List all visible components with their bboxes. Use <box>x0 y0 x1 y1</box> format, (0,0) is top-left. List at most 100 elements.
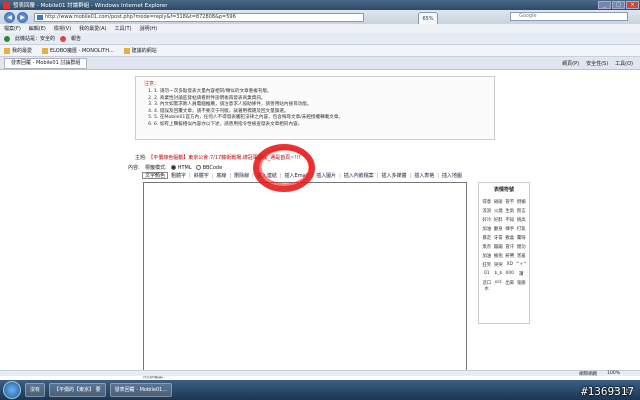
html-radio[interactable] <box>170 165 176 170</box>
smiley-item[interactable]: ^+^ <box>516 262 528 268</box>
notice-item: 6. 如有上聲擬相似內容亦以下述，請善用指令性檢查發表文章相同內容。 <box>154 122 486 129</box>
mode-label: 標籤模式: <box>145 165 167 171</box>
bbcode-label: BBCode <box>202 164 223 171</box>
subject-row: 主題: 【平價綠色驅動】東京公會:7/17藤街戰場,總冠軍頭銜_邁是首頁~!!! <box>135 154 301 161</box>
smiley-item[interactable]: 無奈 <box>481 244 493 250</box>
watermark: #1369317 <box>581 385 634 398</box>
page-menu[interactable]: 網頁(P) <box>562 60 579 67</box>
smiley-item[interactable]: $_$ <box>493 271 505 277</box>
tools-menu[interactable]: 工具(O) <box>615 60 633 67</box>
smiley-item[interactable]: 倒楣 <box>516 199 528 205</box>
minimize-button[interactable]: _ <box>598 1 611 9</box>
smiley-item[interactable]: 出來 <box>504 280 516 292</box>
menu-edit[interactable]: 編輯(E) <box>29 25 46 32</box>
taskbar-button[interactable]: 發表回覆 - Mobile01... <box>109 383 173 397</box>
insert-link-button[interactable]: 插入連結 <box>257 172 277 179</box>
menu-favorites[interactable]: 我的最愛(A) <box>79 25 106 32</box>
smiley-item[interactable]: 加油 <box>481 253 493 259</box>
insert-embed-button[interactable]: 插入內嵌檔案 <box>344 172 374 179</box>
smiley-item[interactable]: 000 <box>504 271 516 277</box>
smiley-item[interactable]: orz <box>493 280 505 292</box>
menu-help[interactable]: 說明(H) <box>139 25 157 32</box>
window-title: 發表回覆 - Mobile01 討論群組 - Windows Internet … <box>13 3 168 9</box>
insert-image-button[interactable]: 插入圖片 <box>316 172 336 179</box>
insert-table-button[interactable]: 插入表格 <box>414 172 434 179</box>
smiley-item[interactable]: 驚呀 <box>516 235 528 241</box>
smiley-item[interactable]: 蹦蹦 <box>493 244 505 250</box>
mode-selector: 標籤模式: HTML BBCode <box>145 164 223 172</box>
smiley-item[interactable]: 狂笑 <box>481 262 493 268</box>
underline-button[interactable]: 底線 <box>216 172 226 179</box>
smiley-item[interactable]: 暴走 <box>481 235 493 241</box>
smiley-item[interactable]: 無言 <box>516 208 528 214</box>
safety-menu[interactable]: 安全性(S) <box>586 60 608 67</box>
smiley-item[interactable]: 鼾響 <box>504 253 516 259</box>
smiley-item[interactable]: 流淚 <box>481 208 493 214</box>
smiley-item[interactable]: 牙膏 <box>493 235 505 241</box>
smiley-item[interactable]: 管不 <box>504 199 516 205</box>
folder-icon <box>42 47 49 54</box>
forward-button[interactable]: ▶ <box>17 11 28 23</box>
menu-file[interactable]: 檔案(F) <box>4 25 21 32</box>
smiley-item[interactable]: 01 <box>481 271 493 277</box>
smiley-item[interactable]: 擁抱 <box>493 253 505 259</box>
editor-toolbar: 文字顏色 粗體字 | 斜體字 | 底線 | 刪除線 | 插入連結 | 插入Email | 插… <box>142 172 465 179</box>
bbcode-radio[interactable] <box>195 165 201 170</box>
strike-button[interactable]: 刪除線 <box>234 172 249 179</box>
report-link[interactable]: 報告 <box>71 35 81 42</box>
back-button[interactable]: ◀ <box>4 11 15 23</box>
start-button[interactable] <box>3 381 21 399</box>
smiley-item[interactable]: 害羞 <box>516 253 528 259</box>
smiley-item[interactable]: 閉功 <box>516 244 528 250</box>
smiley-item[interactable]: 生氣 <box>504 208 516 214</box>
taskbar-button[interactable]: 【平價的【東京】 要 <box>49 383 106 397</box>
smiley-item[interactable]: 鬼臉 <box>516 280 528 292</box>
notice-list: 1. 請勿一次多點發表大量內容相同/類似的文章重複刊版。 2. 商業性討論區發帖… <box>144 89 486 128</box>
smiley-item[interactable]: 揮手 <box>504 226 516 232</box>
smiley-title: 表情符號 <box>493 187 514 193</box>
shield-icon <box>4 35 10 42</box>
favorite-item[interactable]: 建議的網站 <box>123 47 157 54</box>
insert-map-button[interactable]: 插入地圖 <box>442 172 462 179</box>
smiley-item[interactable]: 好冷 <box>481 217 493 223</box>
text-color-select[interactable]: 文字顏色 <box>142 172 169 179</box>
smiley-item[interactable]: 好醉 <box>493 217 505 223</box>
bold-button[interactable]: 粗體字 <box>171 172 186 179</box>
maximize-button[interactable]: □ <box>612 1 625 9</box>
search-input[interactable]: Google <box>510 12 628 21</box>
tab-current[interactable]: 發表回覆 - Mobile01 討論群組 <box>4 57 88 69</box>
smiley-item[interactable]: 得意 <box>481 199 493 205</box>
smiley-item[interactable]: 火燒 <box>493 208 505 214</box>
zoom-level[interactable]: 100% <box>607 371 620 376</box>
taskbar-button[interactable]: 沒有 <box>25 383 46 397</box>
smiley-item[interactable]: 這口水 <box>481 280 493 292</box>
smiley-item[interactable]: 翻身 <box>493 226 505 232</box>
security-status[interactable]: 此機站是：安全的 <box>15 35 55 42</box>
menu-bar: 檔案(F) 編輯(E) 檢視(V) 我的最愛(A) 工具(T) 說明(H) <box>0 24 640 33</box>
smiley-item[interactable]: 打氣 <box>516 226 528 232</box>
menu-view[interactable]: 檢視(V) <box>54 25 71 32</box>
subject-value: 【平價綠色驅動】東京公會:7/17藤街戰場,總冠軍頭銜_邁是首頁~!!! <box>148 155 301 161</box>
folder-icon <box>123 47 130 54</box>
address-input[interactable]: http://www.mobile01.com/post.php?mode=re… <box>34 12 364 22</box>
notice-title: 注意： <box>144 81 160 87</box>
smiley-grid: 得意 碰碰 管不 倒楣 流淚 火燒 生氣 無言 好冷 好醉 不知 挑高 加油 翻身 揮手 打氣 暴走 牙膏 歡喜 驚呀… <box>481 199 527 292</box>
smiley-item[interactable]: 哭哭 <box>493 262 505 268</box>
close-button[interactable]: × <box>626 1 639 9</box>
menu-tools[interactable]: 工具(T) <box>115 25 132 32</box>
smiley-item[interactable]: 讚 <box>516 271 528 277</box>
insert-media-button[interactable]: 插入多媒體 <box>382 172 407 179</box>
smiley-item[interactable]: 挑高 <box>516 217 528 223</box>
favorites-button[interactable]: 我的最愛 <box>4 47 32 54</box>
page-icon <box>37 14 43 20</box>
smiley-item[interactable]: 歡喜 <box>504 235 516 241</box>
smiley-item[interactable]: 冒汗 <box>504 244 516 250</box>
smiley-item[interactable]: 加油 <box>481 226 493 232</box>
smiley-item[interactable]: XD <box>504 262 516 268</box>
smiley-item[interactable]: 不知 <box>504 217 516 223</box>
favorite-item[interactable]: ELOBO魔匯 - MONOLITH... <box>42 47 114 54</box>
content-textarea[interactable] <box>143 182 467 372</box>
italic-button[interactable]: 斜體字 <box>194 172 209 179</box>
insert-email-button[interactable]: 插入Email <box>285 172 309 179</box>
smiley-item[interactable]: 碰碰 <box>493 199 505 205</box>
